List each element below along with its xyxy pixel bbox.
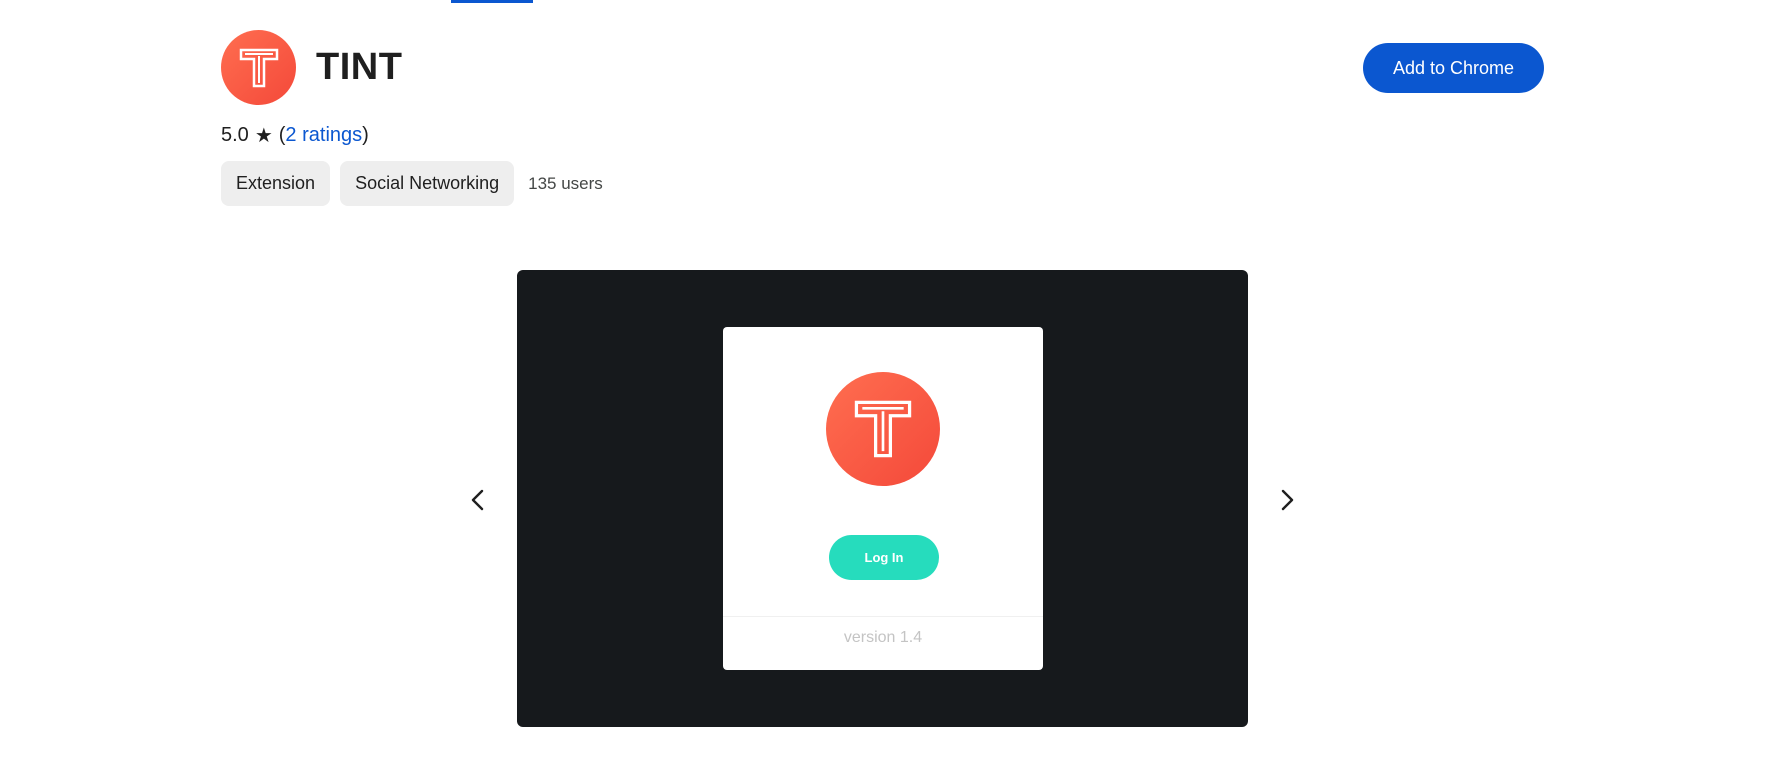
tint-logo-icon bbox=[221, 30, 296, 105]
t-letter-icon bbox=[239, 48, 278, 87]
screenshot-version-text: version 1.4 bbox=[843, 629, 923, 646]
rating-open-paren: ( bbox=[278, 124, 286, 146]
chevron-right-icon bbox=[1281, 489, 1294, 511]
category-chips: Extension Social Networking 135 users bbox=[221, 161, 603, 206]
carousel-next-button[interactable] bbox=[1269, 482, 1305, 518]
chip-social-networking[interactable]: Social Networking bbox=[340, 161, 515, 206]
active-tab-indicator bbox=[451, 0, 533, 3]
chip-extension[interactable]: Extension bbox=[221, 161, 331, 206]
extension-detail-page: TINT Add to Chrome 5.0 ★ ( 2 ratings ) E… bbox=[0, 0, 1770, 761]
rating-score: 5.0 bbox=[221, 124, 249, 146]
extension-header: TINT bbox=[221, 30, 402, 105]
add-to-chrome-button[interactable]: Add to Chrome bbox=[1363, 43, 1544, 93]
screenshot-divider bbox=[723, 616, 1043, 617]
star-icon: ★ bbox=[254, 125, 273, 147]
chevron-left-icon bbox=[471, 489, 484, 511]
screenshot-popup-card: Log In version 1.4 bbox=[723, 327, 1043, 670]
carousel-prev-button[interactable] bbox=[460, 482, 496, 518]
rating-close-paren: ) bbox=[362, 124, 369, 146]
t-letter-icon bbox=[854, 400, 912, 458]
ratings-count-link[interactable]: 2 ratings bbox=[285, 124, 362, 147]
app-title: TINT bbox=[316, 46, 403, 88]
screenshot-tint-logo-icon bbox=[826, 372, 940, 486]
screenshot-carousel: Log In version 1.4 bbox=[517, 270, 1248, 727]
rating-row: 5.0 ★ ( 2 ratings ) bbox=[221, 123, 369, 148]
user-count: 135 users bbox=[528, 173, 603, 193]
screenshot-login-button: Log In bbox=[829, 535, 939, 580]
